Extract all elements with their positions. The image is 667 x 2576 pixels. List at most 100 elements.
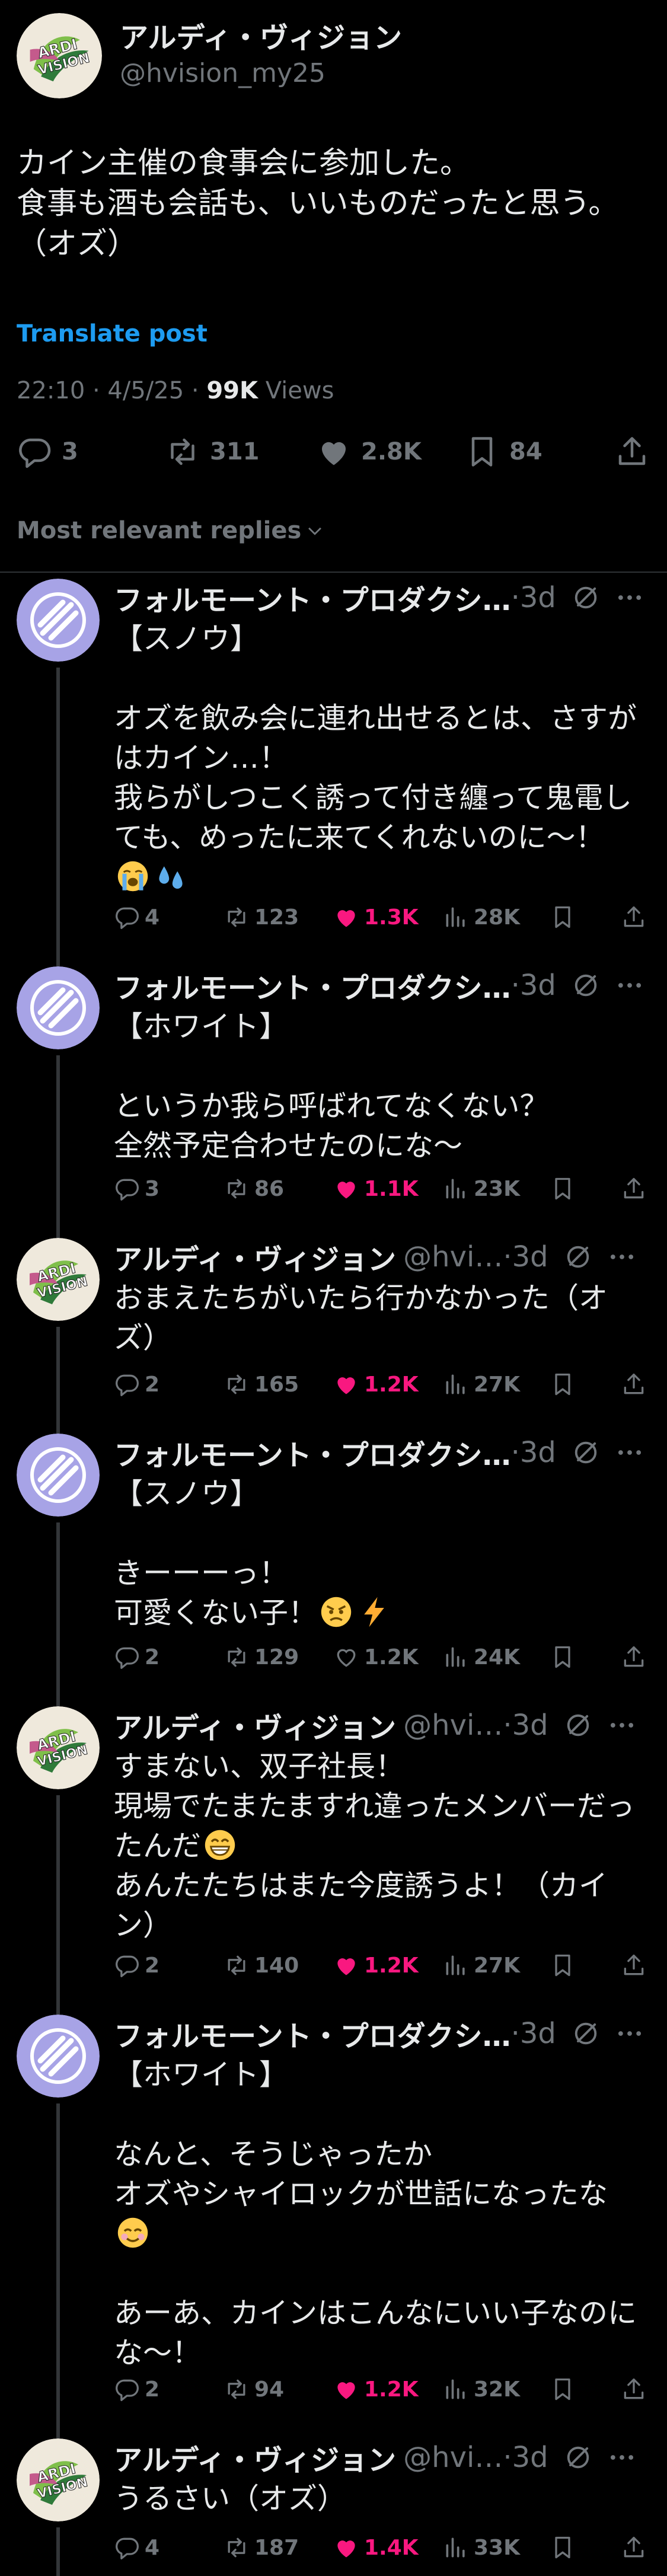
reply-icon <box>17 434 52 470</box>
views-button[interactable]: 32K <box>443 2374 520 2404</box>
repost-button[interactable]: 86 <box>224 1174 284 1204</box>
reply-author-handle[interactable]: @hvi… <box>403 1709 503 1742</box>
reply-button[interactable]: 3 <box>17 433 78 471</box>
more-options-icon[interactable] <box>614 2018 645 2049</box>
views-button[interactable]: 28K <box>443 902 520 932</box>
bookmark-button[interactable] <box>550 2374 580 2404</box>
grok-icon[interactable] <box>563 1241 593 1272</box>
share-button[interactable] <box>621 1951 652 1980</box>
more-options-icon[interactable] <box>607 1710 637 1741</box>
share-icon <box>621 1371 647 1397</box>
like-button[interactable]: 1.3K <box>333 902 419 932</box>
reply-author-name[interactable]: アルディ・ヴィジョン <box>114 1704 396 1746</box>
reply-author-name[interactable]: アルディ・ヴィジョン <box>114 1236 396 1278</box>
replies-sort-dropdown[interactable]: Most relevant replies <box>17 517 325 544</box>
reply-button[interactable]: 2 <box>114 1642 159 1672</box>
share-button[interactable] <box>621 1370 652 1399</box>
bookmark-button[interactable]: 84 <box>464 433 542 471</box>
reply-button[interactable]: 2 <box>114 2374 159 2404</box>
grok-icon[interactable] <box>570 970 601 1001</box>
bookmark-button[interactable] <box>550 902 580 932</box>
repost-button[interactable]: 165 <box>224 1370 299 1399</box>
bookmark-button[interactable] <box>550 1642 580 1672</box>
post-timestamp[interactable]: 22:10 · 4/5/25 · <box>17 377 206 404</box>
reply-count: 2 <box>145 1372 160 1397</box>
like-button[interactable]: 1.2K <box>333 1370 419 1399</box>
bookmark-button[interactable] <box>550 2533 580 2562</box>
avatar[interactable] <box>17 579 100 662</box>
reply-icon <box>114 904 140 930</box>
reply-button[interactable]: 2 <box>114 1370 159 1399</box>
reply-button[interactable]: 2 <box>114 1951 159 1980</box>
share-button[interactable] <box>621 902 652 932</box>
more-options-icon[interactable] <box>607 1241 637 1272</box>
reply-author-name[interactable]: フォルモーント・プロダクシ… <box>114 2013 511 2054</box>
like-count: 1.2K <box>364 2377 419 2402</box>
reply-author-handle[interactable]: @hvi… <box>403 2441 503 2474</box>
like-button[interactable]: 1.1K <box>333 1174 419 1204</box>
like-button[interactable]: 1.4K <box>333 2533 419 2562</box>
avatar[interactable] <box>17 2438 100 2521</box>
grok-icon[interactable] <box>570 582 601 613</box>
reply-author-name[interactable]: フォルモーント・プロダクシ… <box>114 1432 511 1473</box>
more-options-icon[interactable] <box>607 2442 637 2473</box>
repost-button[interactable]: 140 <box>224 1951 299 1980</box>
repost-button[interactable]: 129 <box>224 1642 299 1672</box>
like-count: 1.4K <box>364 2535 419 2560</box>
views-button[interactable]: 23K <box>443 1174 520 1204</box>
avatar[interactable] <box>17 13 102 98</box>
loudly-crying-face-emoji <box>116 860 149 893</box>
like-button[interactable]: 1.2K <box>333 2374 419 2404</box>
more-options-icon[interactable] <box>614 582 645 613</box>
repost-button[interactable]: 94 <box>224 2374 284 2404</box>
share-button[interactable] <box>621 1174 652 1204</box>
views-icon <box>443 1952 469 1978</box>
reply-author-handle[interactable]: @hvi… <box>403 1240 503 1273</box>
views-button[interactable]: 33K <box>443 2533 520 2562</box>
more-options-icon[interactable] <box>614 970 645 1001</box>
share-button[interactable] <box>621 2533 652 2562</box>
like-button[interactable]: 1.2K <box>333 1951 419 1980</box>
grok-icon[interactable] <box>570 2018 601 2049</box>
grok-icon[interactable] <box>563 2442 593 2473</box>
reply-icon <box>114 1176 140 1202</box>
avatar[interactable] <box>17 1706 100 1789</box>
grok-icon[interactable] <box>570 1437 601 1468</box>
share-button[interactable] <box>621 2374 652 2404</box>
like-button[interactable]: 1.2K <box>333 1642 419 1672</box>
like-button[interactable]: 2.8K <box>316 433 422 471</box>
avatar[interactable] <box>17 1434 100 1517</box>
reply-author-name[interactable]: フォルモーント・プロダクシ… <box>114 965 511 1006</box>
translate-post-link[interactable]: Translate post <box>17 320 208 347</box>
avatar[interactable] <box>17 1238 100 1321</box>
reply-button[interactable]: 3 <box>114 1174 159 1204</box>
reply-icon <box>114 1644 140 1670</box>
reply-button[interactable]: 4 <box>114 902 159 932</box>
share-icon <box>621 904 647 930</box>
avatar[interactable] <box>17 966 100 1049</box>
repost-button[interactable]: 187 <box>224 2533 299 2562</box>
bookmark-button[interactable] <box>550 1951 580 1980</box>
reply-author-name[interactable]: アルディ・ヴィジョン <box>114 2437 396 2478</box>
views-button[interactable]: 24K <box>443 1642 520 1672</box>
repost-button[interactable]: 311 <box>165 433 260 471</box>
reply-header: アルディ・ヴィジョン @hvi… ·3d <box>114 1238 655 1276</box>
display-name[interactable]: アルディ・ヴィジョン <box>120 20 402 56</box>
repost-button[interactable]: 123 <box>224 902 299 932</box>
username[interactable]: @hvision_my25 <box>120 56 402 91</box>
reply-author-name[interactable]: フォルモーント・プロダクシ… <box>114 577 511 618</box>
share-button[interactable] <box>614 433 650 471</box>
views-button[interactable]: 27K <box>443 1370 520 1399</box>
reply-button[interactable]: 4 <box>114 2533 159 2562</box>
bookmark-button[interactable] <box>550 1174 580 1204</box>
post-meta: 22:10 · 4/5/25 · 99K Views <box>17 377 334 404</box>
post-action-bar: 3 311 2.8K 84 <box>17 433 651 471</box>
more-options-icon[interactable] <box>614 1437 645 1468</box>
avatar[interactable] <box>17 2015 100 2098</box>
grok-icon[interactable] <box>563 1710 593 1741</box>
author-names[interactable]: アルディ・ヴィジョン @hvision_my25 <box>120 20 402 91</box>
reply-action-bar: 2 140 1.2K 27K <box>114 1951 647 1980</box>
views-button[interactable]: 27K <box>443 1951 520 1980</box>
share-button[interactable] <box>621 1642 652 1672</box>
bookmark-button[interactable] <box>550 1370 580 1399</box>
